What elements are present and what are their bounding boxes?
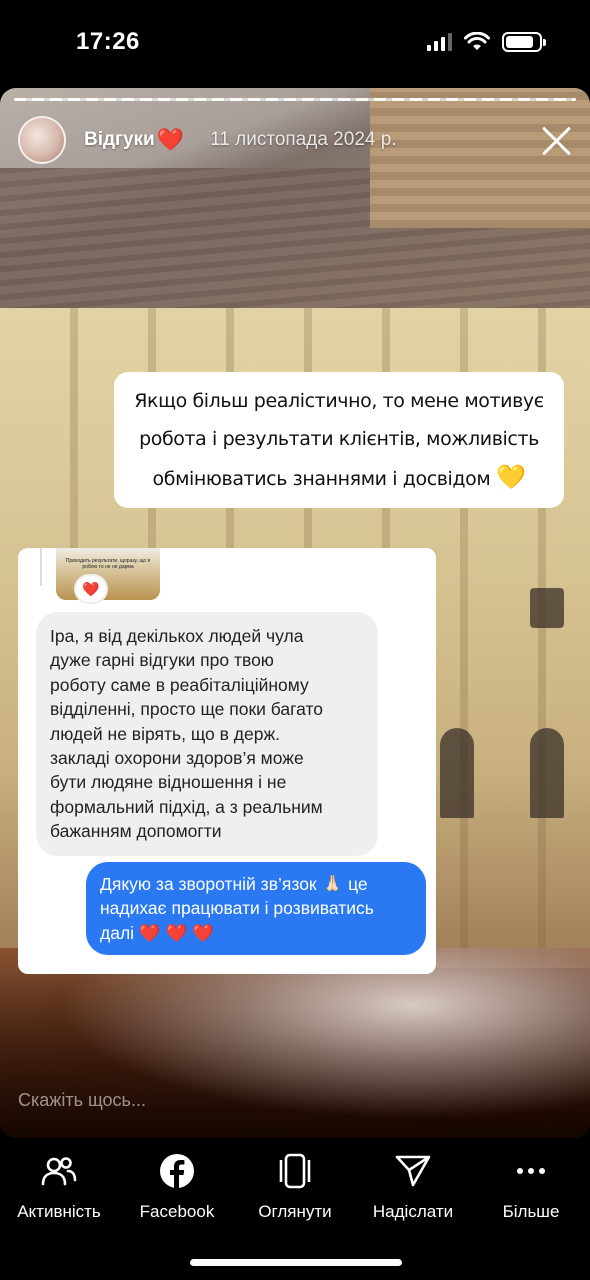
heart-reaction-icon: ❤️ (76, 576, 106, 602)
chat-screenshot: Приходить результати, щоразу, що я роблю… (18, 548, 436, 974)
send-icon (394, 1152, 432, 1190)
facebook-button[interactable]: Facebook (118, 1140, 236, 1240)
send-button[interactable]: Надіслати (354, 1140, 472, 1240)
story-date: 11 листопада 2024 р. (210, 129, 397, 150)
message-line: Іра, я від декількох людей чула (50, 626, 304, 646)
status-bar: 17:26 (0, 0, 590, 88)
activity-label: Активність (17, 1202, 101, 1221)
cellular-signal-icon (427, 33, 452, 51)
avatar[interactable] (18, 116, 66, 164)
browse-button[interactable]: Оглянути (236, 1140, 354, 1240)
message-line: закладі охорони здоров’я може (50, 748, 304, 769)
message-line: роботу саме в реабіталіційному (50, 674, 309, 695)
story-reply-thumbnail: Приходить результати, щоразу, що я роблю… (56, 548, 160, 600)
status-icons (427, 32, 546, 52)
battery-icon (502, 32, 546, 52)
caption-line: Якщо більш реалістично, то мене мотивує (134, 390, 544, 412)
outgoing-message: Дякую за зворотній зв’язок 🙏🏻 це надихає… (86, 862, 426, 956)
caption-line: обмінюватись знаннями і досвідом 💛 (128, 458, 550, 498)
message-line: дуже гарні відгуки про твою (50, 650, 274, 671)
thumbnail-text: Приходить результати, щоразу, що я роблю… (65, 558, 151, 570)
more-icon (512, 1152, 550, 1190)
more-button[interactable]: Більше (472, 1140, 590, 1240)
message-line: людей не вірять, що в держ. (50, 723, 281, 744)
message-line: бути людяне відношення і не (50, 772, 287, 793)
message-line: Дякую за зворотній зв’язок 🙏🏻 це (100, 874, 368, 894)
yellow-heart-emoji: 💛 (495, 463, 526, 491)
story-header: Відгуки ❤️ 11 листопада 2024 р. (18, 116, 574, 164)
caption-line-text: обмінюватись знаннями і досвідом (152, 468, 491, 490)
activity-icon (40, 1152, 78, 1190)
facebook-icon (158, 1152, 196, 1190)
story-progress-bar (14, 98, 576, 101)
building-window (530, 588, 564, 628)
incoming-message: Іра, я від декількох людей чула дуже гар… (36, 612, 378, 856)
message-line: далі ❤️ ❤️ ❤️ (100, 922, 214, 943)
reply-line (40, 548, 42, 586)
caption-line: робота і результати клієнтів, можливість (139, 428, 539, 450)
close-icon[interactable] (540, 124, 572, 156)
message-line: відділенні, просто ще поки багато (50, 699, 324, 720)
message-line: бажанням допомогти (50, 821, 222, 842)
wifi-icon (464, 32, 490, 50)
message-line: надихає працювати і розвиватись (100, 898, 374, 919)
story-viewer[interactable]: Відгуки ❤️ 11 листопада 2024 р. Якщо біл… (0, 88, 590, 1138)
browse-icon (276, 1152, 314, 1190)
facebook-label: Facebook (139, 1202, 215, 1221)
story-title[interactable]: Відгуки (84, 129, 155, 151)
activity-button[interactable]: Активність (0, 1140, 118, 1240)
building-window (530, 728, 564, 818)
building-window (440, 728, 474, 818)
reply-input[interactable]: Скажіть щось... (18, 1090, 146, 1111)
more-label: Більше (502, 1202, 560, 1221)
message-line: формальний підхід, а з реальним (50, 796, 323, 817)
send-label: Надіслати (372, 1202, 454, 1221)
browse-label: Оглянути (258, 1202, 332, 1221)
story-caption: Якщо більш реалістично, то мене мотивує … (114, 372, 564, 508)
red-heart-emoji: ❤️ (156, 127, 185, 152)
status-time: 17:26 (76, 28, 140, 55)
home-indicator[interactable] (190, 1259, 402, 1266)
story-action-bar: Активність Facebook Оглянути Надіслати Б… (0, 1140, 590, 1240)
battery-fill (506, 36, 534, 48)
